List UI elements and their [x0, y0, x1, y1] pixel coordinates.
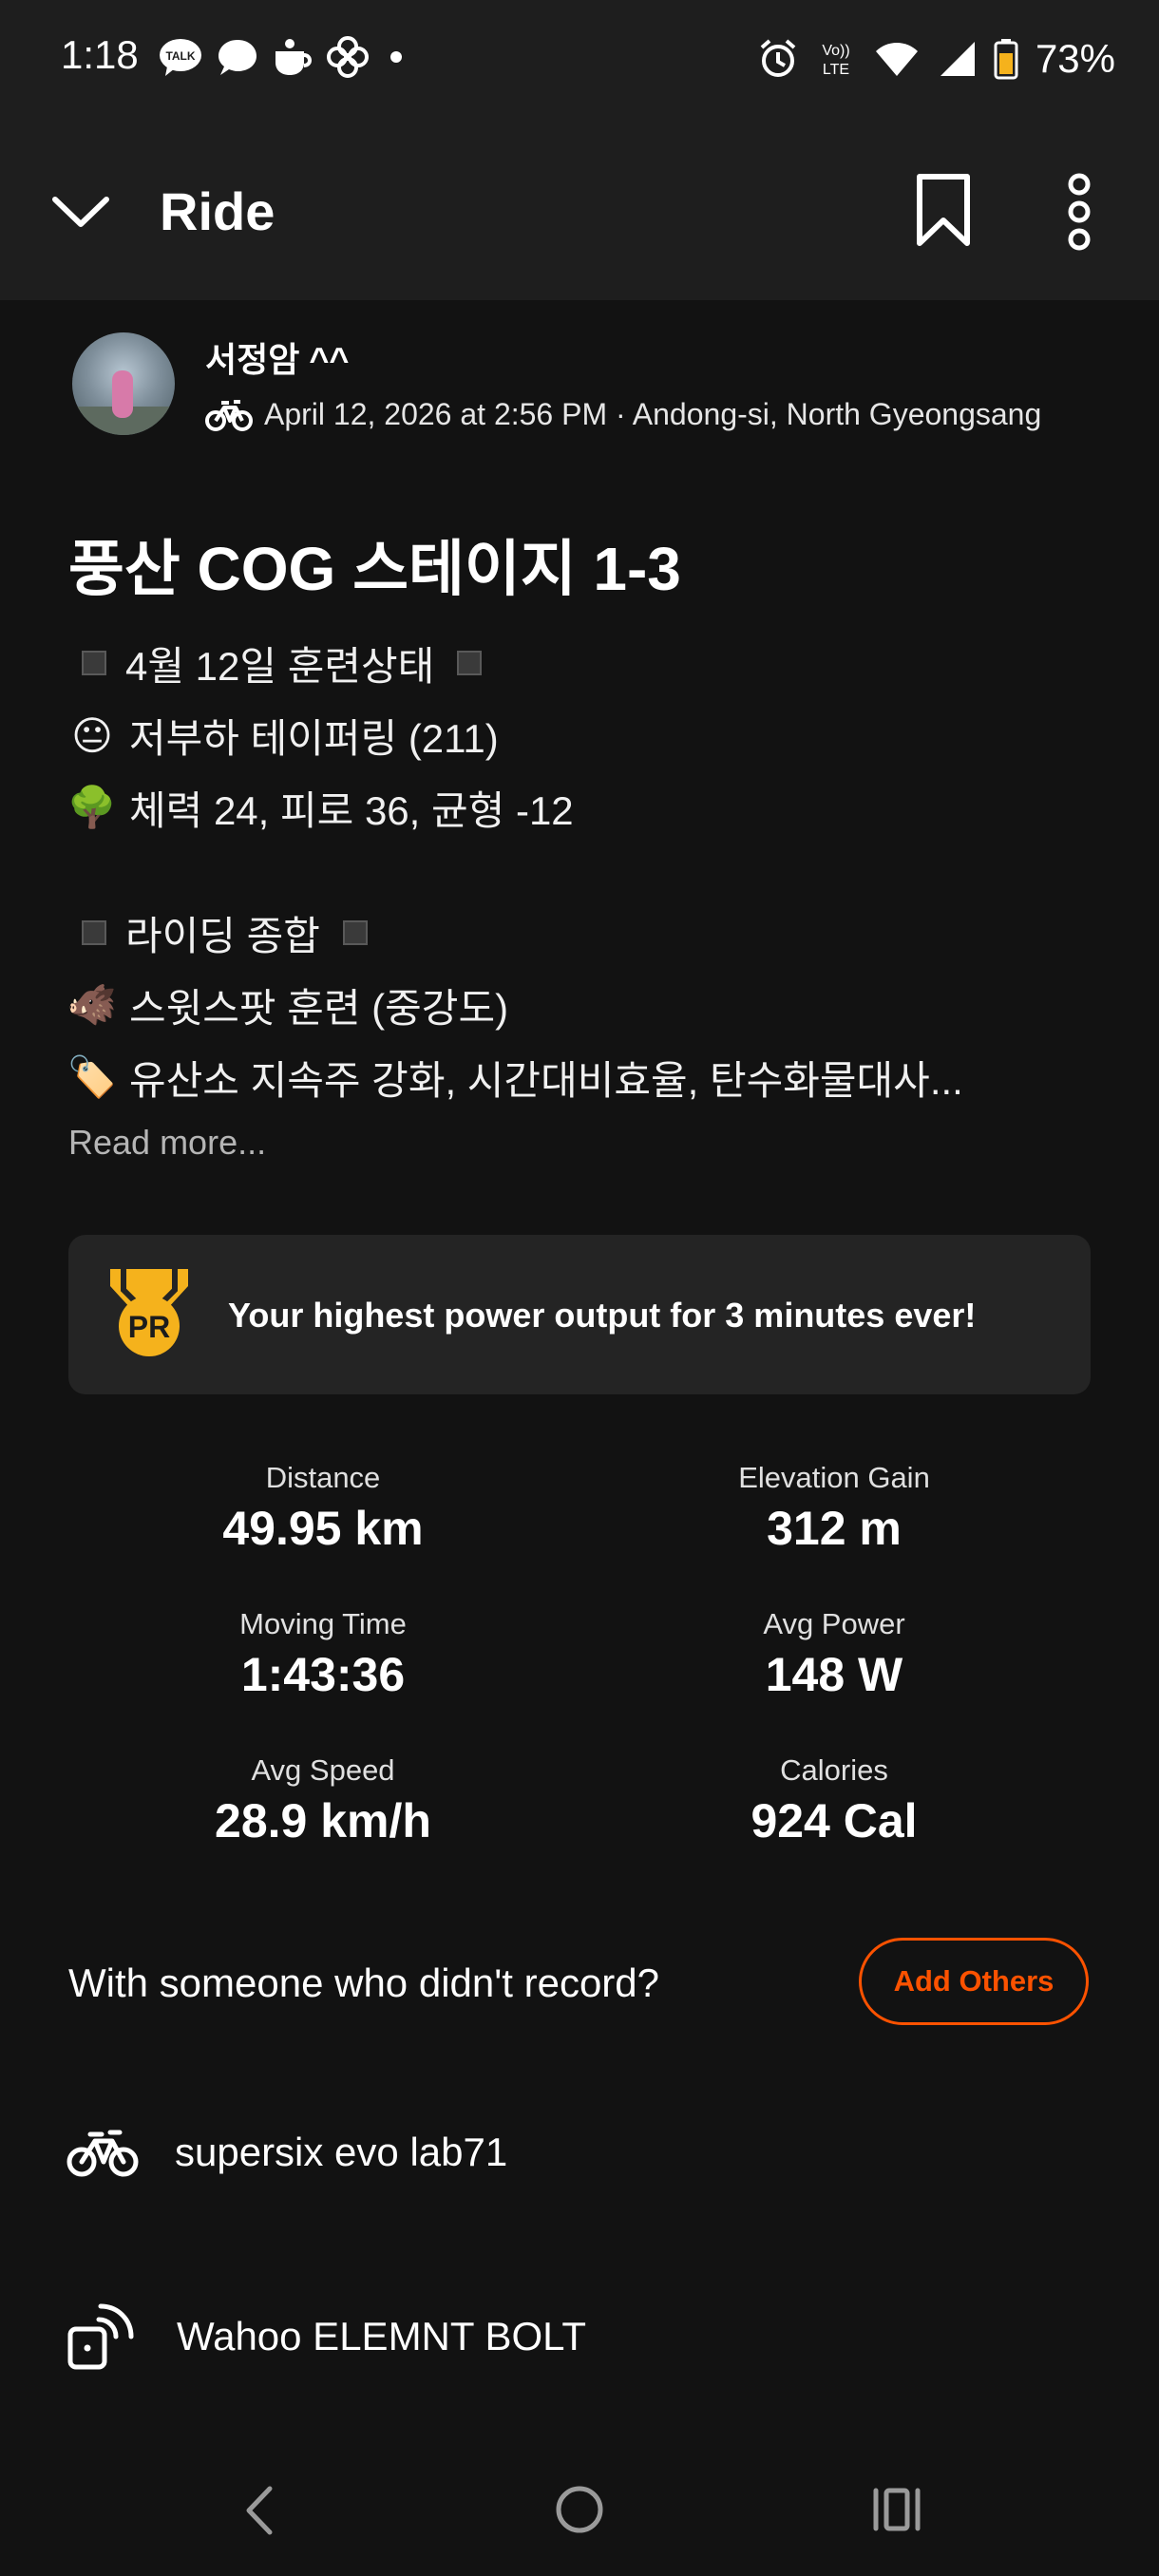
- recent-apps-icon[interactable]: [870, 2485, 923, 2534]
- description-text: 4월 12일 훈련상태: [125, 643, 435, 689]
- add-others-button[interactable]: Add Others: [859, 1938, 1089, 2025]
- cup-icon: [276, 39, 312, 75]
- stat-value: 924 Cal: [750, 1794, 918, 1847]
- dot-icon: [390, 51, 402, 63]
- stat-label: Avg Speed: [251, 1753, 395, 1787]
- status-time: 1:18: [61, 32, 139, 77]
- emoji-icon: 🌳: [66, 784, 118, 829]
- stat-value: 312 m: [767, 1502, 902, 1555]
- emoji-icon: 🐗: [66, 981, 118, 1027]
- activity-date-location: April 12, 2026 at 2:56 PM · Andong-si, N…: [264, 397, 1042, 431]
- wifi-icon: [875, 43, 918, 76]
- stat-calories: Calories 924 Cal: [635, 1753, 1034, 1848]
- home-icon[interactable]: [553, 2483, 606, 2536]
- collapse-chevron-icon[interactable]: [48, 179, 114, 245]
- alarm-icon: [760, 39, 796, 77]
- stat-value: 28.9 km/h: [215, 1794, 431, 1847]
- more-options-icon[interactable]: [1054, 173, 1104, 251]
- description-text: 라이딩 종합: [125, 913, 320, 958]
- volte-icon: Vo)) LTE: [822, 43, 849, 78]
- bike-icon: [66, 2130, 139, 2177]
- description-text: 유산소 지속주 강화, 시간대비효율, 탄수화물대사...: [129, 1057, 963, 1103]
- device-name: Wahoo ELEMNT BOLT: [177, 2314, 587, 2358]
- pr-achievement-card[interactable]: PR Your highest power output for 3 minut…: [68, 1235, 1091, 1394]
- svg-text:TALK: TALK: [165, 49, 195, 63]
- svg-text:Vo)): Vo)): [822, 43, 849, 59]
- description-text: 체력 24, 피로 36, 균형 -12: [129, 787, 574, 833]
- bike-name: supersix evo lab71: [175, 2130, 508, 2174]
- bookmark-icon[interactable]: [914, 173, 973, 249]
- activity-description: 4월 12일 훈련상태 😐 저부하 테이퍼링 (211) 🌳 체력 24, 피로 36,…: [66, 627, 1094, 1113]
- square-icon: [342, 920, 368, 945]
- stat-value: 1:43:36: [240, 1648, 406, 1701]
- activity-meta: April 12, 2026 at 2:56 PM · Andong-si, N…: [205, 397, 1041, 432]
- svg-text:PR: PR: [128, 1310, 170, 1344]
- battery-icon: [994, 39, 1018, 80]
- description-line: 4월 12일 훈련상태: [68, 627, 1094, 699]
- avatar[interactable]: [72, 332, 175, 435]
- svg-text:LTE: LTE: [823, 62, 849, 78]
- description-text: 저부하 테이퍼링 (211): [129, 715, 499, 761]
- square-icon: [82, 651, 106, 675]
- stat-label: Elevation Gain: [738, 1461, 930, 1494]
- kakaotalk-icon: TALK: [160, 39, 201, 76]
- connected-device-icon: [67, 2303, 134, 2370]
- stat-elevation-gain: Elevation Gain 312 m: [635, 1461, 1034, 1556]
- bike-icon: [205, 399, 253, 431]
- back-icon[interactable]: [239, 2485, 279, 2536]
- stat-label: Calories: [780, 1753, 888, 1787]
- system-icons: Vo)) LTE 73%: [758, 32, 1115, 85]
- emoji-icon: 🏷️: [66, 1053, 118, 1099]
- stat-value: 49.95 km: [222, 1502, 424, 1555]
- battery-percent: 73%: [1035, 36, 1115, 81]
- signal-icon: [940, 42, 975, 76]
- description-line: 😐 저부하 테이퍼링 (211): [68, 699, 1094, 771]
- description-line: 🏷️ 유산소 지속주 강화, 시간대비효율, 탄수화물대사...: [66, 1041, 1094, 1113]
- athlete-name[interactable]: 서정암 ^^: [205, 332, 349, 382]
- stat-label: Distance: [265, 1461, 381, 1494]
- description-line: 🐗 스윗스팟 훈련 (중강도): [66, 969, 1094, 1041]
- pinwheel-icon: [327, 36, 369, 78]
- notification-icons: TALK: [158, 34, 410, 80]
- stat-avg-speed: Avg Speed 28.9 km/h: [124, 1753, 522, 1848]
- stat-value: 148 W: [765, 1648, 903, 1701]
- page-title: Ride: [160, 181, 276, 241]
- stat-label: Moving Time: [239, 1607, 407, 1640]
- stat-distance: Distance 49.95 km: [124, 1461, 522, 1556]
- stat-label: Avg Power: [763, 1607, 905, 1640]
- description-text: 스윗스팟 훈련 (중강도): [129, 985, 509, 1031]
- pr-message: Your highest power output for 3 minutes …: [228, 1296, 977, 1335]
- status-bar: 1:18 TALK Vo)) LTE 73%: [0, 0, 1159, 114]
- pr-medal-icon: PR: [110, 1269, 188, 1356]
- gear-bike-row[interactable]: supersix evo lab71: [66, 2126, 507, 2179]
- emoji-icon: 😐: [71, 712, 113, 758]
- description-line: 라이딩 종합: [68, 897, 1094, 969]
- stat-avg-power: Avg Power 148 W: [635, 1607, 1034, 1702]
- square-icon: [457, 651, 483, 675]
- with-others-prompt: With someone who didn't record?: [68, 1960, 660, 2005]
- read-more-link[interactable]: Read more...: [68, 1123, 266, 1163]
- description-line: 🌳 체력 24, 피로 36, 균형 -12: [66, 771, 1094, 843]
- gear-device-row[interactable]: Wahoo ELEMNT BOLT: [66, 2302, 586, 2371]
- chat-bubble-icon: [218, 40, 256, 75]
- stat-moving-time: Moving Time 1:43:36: [124, 1607, 522, 1702]
- activity-title: 풍산 COG 스테이지 1-3: [68, 535, 681, 603]
- square-icon: [82, 920, 106, 945]
